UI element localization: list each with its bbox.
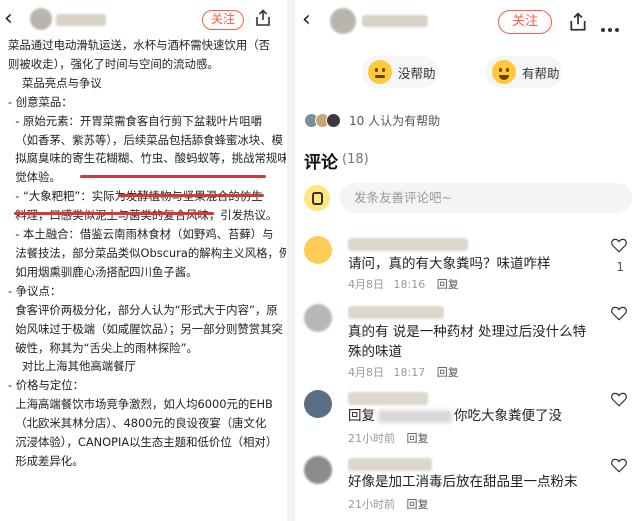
comment-time: 18:16 (393, 278, 426, 291)
section-heading: 对比上海其他高端餐厅 (22, 359, 136, 374)
comment-reply-prefix: 回复 (348, 408, 375, 424)
back-icon[interactable]: ‹ (302, 9, 311, 31)
comment-date: 21小时前 (348, 432, 395, 445)
back-icon[interactable]: ‹ (4, 8, 13, 30)
author-avatar[interactable] (30, 8, 52, 30)
reply-button[interactable]: 回复 (407, 498, 429, 511)
helpful-count: 10 人认为有帮助 (349, 114, 441, 128)
comment-text: 请问，真的有大象粪吗？味道咋样 (348, 256, 551, 272)
article-line: 破性，称其为“舌尖上的雨林探险”。 (8, 340, 198, 355)
share-icon[interactable] (254, 9, 272, 27)
article-line: 食客评价两极分化，部分人认为“形式大于内容”，原 (8, 302, 278, 317)
helpful-feedback: 没帮助 有帮助 (296, 56, 640, 90)
avatar (304, 185, 330, 211)
reply-button[interactable]: 回复 (407, 432, 429, 445)
comments-count: (18) (342, 152, 369, 167)
comment-text: 你吃大象粪便了没 (454, 408, 562, 424)
avatar (326, 113, 341, 128)
article-line: 形成差异化。 (8, 453, 84, 468)
comment-text: 真的有 说是一种药材 处理过后没什么特 (348, 324, 587, 340)
comment-date: 4月8日 (348, 278, 384, 291)
article-line: - 价格与定位： (8, 378, 85, 393)
more-icon[interactable] (600, 18, 620, 37)
highlight-underline (14, 212, 214, 215)
avatar[interactable] (304, 456, 332, 484)
mentioned-user[interactable] (378, 410, 452, 423)
article-line: 菜品通过电动滑轨运送，水杯与酒杯需快速饮用（否 (8, 38, 270, 52)
follow-button[interactable]: 关注 (498, 10, 552, 34)
article-line: 沉浸体验），CANOPIA以生态主题和低价位（相对） (8, 435, 278, 450)
not-helpful-label: 没帮助 (398, 65, 436, 81)
comments-top-bar: ‹ 关注 (296, 0, 640, 40)
author-avatar[interactable] (330, 8, 356, 34)
helpful-label: 有帮助 (522, 65, 560, 81)
panel-divider (287, 0, 295, 521)
comments-title: 评论 (304, 153, 338, 173)
comment-meta: 4月8日 18:17 回复 (348, 364, 459, 380)
comment-item: 请问，真的有大象粪吗？味道咋样 4月8日 18:16 回复 1 (304, 236, 632, 292)
share-icon[interactable] (568, 12, 588, 32)
not-helpful-button[interactable]: 没帮助 (362, 56, 438, 88)
reply-button[interactable]: 回复 (437, 278, 459, 291)
follow-button[interactable]: 关注 (202, 10, 244, 30)
article-line: 上海高端餐饮市场竞争激烈，如人均6000元的EHB (8, 397, 273, 412)
avatar[interactable] (304, 390, 332, 418)
commenter-name[interactable] (348, 458, 432, 471)
avatar[interactable] (304, 304, 332, 332)
article-line: （如香茅、紫苏等），后续菜品包括舔食蜂蜜冰块、模 (8, 132, 283, 147)
article-line: 则被收走），强化了时间与空间的流动感。 (8, 56, 219, 71)
comment-date: 4月8日 (348, 366, 384, 379)
section-heading: 菜品亮点与争议 (22, 75, 102, 90)
comment-item: 好像是加工消毒后放在甜品里一点粉末 21小时前 回复 (304, 456, 632, 512)
comment-text-continued: 殊的味道 (348, 344, 402, 360)
comment-date: 21小时前 (348, 498, 395, 511)
highlight-underline (80, 175, 266, 178)
heart-icon[interactable] (610, 390, 628, 408)
heart-icon[interactable] (610, 236, 628, 254)
article-line: - 原始元素：开胃菜需食客自行剪下盆栽叶片咀嚼 (8, 113, 263, 128)
heart-icon[interactable] (610, 304, 628, 322)
article-body: 菜品通过电动滑轨运送，水杯与酒杯需快速饮用（否 则被收走），强化了时间与空间的流… (8, 36, 286, 471)
article-line: - 争议点： (8, 283, 62, 298)
article-line: 始风味过于极端（如咸腥饮品）；另一部分则赞赏其突 (8, 321, 283, 336)
article-top-bar: ‹ 关注 (0, 0, 286, 40)
article-line: 法餐技法，部分菜品类似Obscura的解构主义风格，例 (8, 245, 286, 260)
heart-icon[interactable] (610, 456, 628, 474)
author-name[interactable] (362, 15, 428, 27)
article-line: - 本土融合：借鉴云南雨林食材（如野鸡、苔藓）与 (8, 227, 274, 242)
commenter-name[interactable] (348, 238, 468, 251)
comment-meta: 21小时前 回复 (348, 496, 429, 512)
comment-item: 真的有 说是一种药材 处理过后没什么特 殊的味道 4月8日 18:17 回复 (304, 304, 632, 380)
helpful-users[interactable]: 10 人认为有帮助 (304, 112, 440, 129)
like-count: 1 (616, 260, 624, 274)
avatar[interactable] (304, 236, 332, 264)
comment-meta: 21小时前 回复 (348, 430, 429, 446)
article-panel: ‹ 关注 菜品通过电动滑轨运送，水杯与酒杯需快速饮用（否 则被收走），强化了时间… (0, 0, 286, 521)
helpful-button[interactable]: 有帮助 (486, 56, 562, 88)
comment-time: 18:17 (393, 366, 426, 379)
article-line: 料理，口感类似泥土与菌类的复合风味，引发热议。 (8, 208, 278, 223)
comment-input-row: 发条友善评论吧~ (304, 183, 632, 213)
article-line: - 创意菜品： (8, 94, 73, 109)
happy-face-icon (492, 60, 516, 84)
commenter-name[interactable] (348, 392, 428, 405)
article-line: 如用烟熏驯鹿心汤搭配四川鱼子酱。 (8, 264, 198, 279)
comments-panel: ‹ 关注 没帮助 有帮助 10 人认为有帮助 评论 (18) 发条友善评论吧~ (296, 0, 640, 521)
comment-item: 回复 你吃大象粪便了没 21小时前 回复 (304, 390, 632, 446)
comment-input[interactable]: 发条友善评论吧~ (340, 183, 632, 213)
comment-text: 好像是加工消毒后放在甜品里一点粉末 (348, 474, 578, 490)
highlight-underline (118, 194, 264, 197)
reply-button[interactable]: 回复 (437, 366, 459, 379)
comment-meta: 4月8日 18:16 回复 (348, 276, 459, 292)
article-line: （北欧米其林分店）、4800元的良设夜宴（唐文化 (8, 416, 267, 431)
article-line: 拟腐臭味的寄生花糊糊、竹虫、酸蚂蚁等，挑战常规味 (8, 151, 286, 166)
sad-face-icon (368, 60, 392, 84)
commenter-name[interactable] (348, 306, 444, 319)
author-name[interactable] (56, 14, 106, 26)
